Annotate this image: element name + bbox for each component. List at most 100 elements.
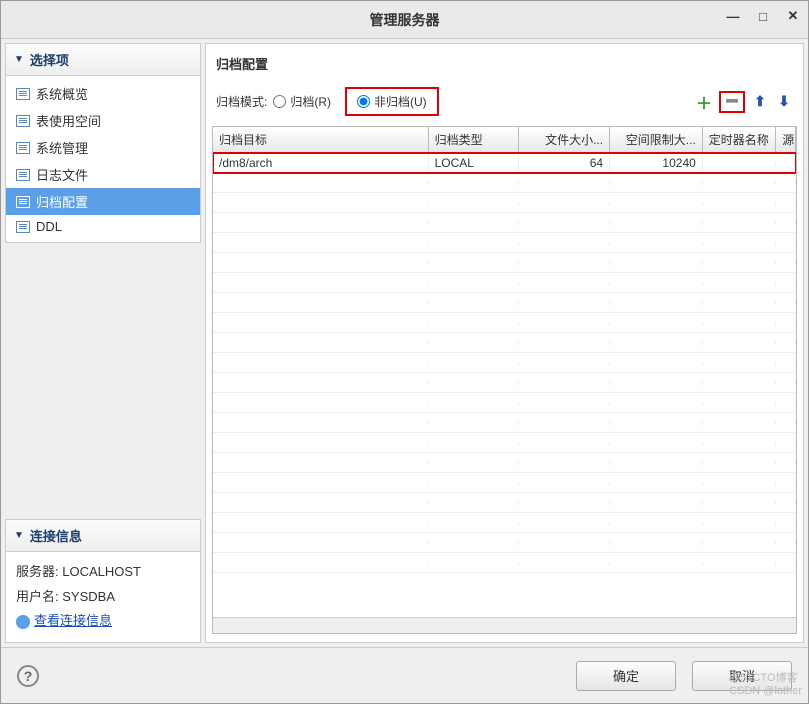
table-row[interactable] — [213, 233, 796, 253]
table-row[interactable] — [213, 193, 796, 213]
page-icon — [16, 142, 30, 154]
horizontal-scrollbar[interactable] — [213, 617, 796, 633]
user-row: 用户名: SYSDBA — [16, 585, 190, 610]
nav-list: 系统概览 表使用空间 系统管理 日志文件 归档配置 DDL — [6, 76, 200, 242]
move-up-button[interactable]: ⬆ — [751, 93, 769, 111]
page-icon — [16, 169, 30, 181]
table-row[interactable] — [213, 453, 796, 473]
cell-spacelimit: 10240 — [610, 154, 703, 172]
col-source[interactable]: 源 — [776, 127, 796, 152]
table-row[interactable] — [213, 513, 796, 533]
sidebar-item-overview[interactable]: 系统概览 — [6, 80, 200, 107]
table-row[interactable] — [213, 173, 796, 193]
connection-body: 服务器: LOCALHOST 用户名: SYSDBA 查看连接信息 — [6, 552, 200, 642]
table-row[interactable] — [213, 253, 796, 273]
cell-filesize: 64 — [519, 154, 610, 172]
table-row[interactable]: /dm8/arch LOCAL 64 10240 — [213, 153, 796, 173]
sidebar-item-system[interactable]: 系统管理 — [6, 134, 200, 161]
radio-nonarchive[interactable]: 非归档(U) — [345, 87, 439, 116]
table-row[interactable] — [213, 533, 796, 553]
cell-source — [776, 161, 796, 165]
ok-button[interactable]: 确定 — [576, 661, 676, 691]
radio-nonarchive-label: 非归档(U) — [374, 93, 427, 110]
connection-panel-title: 连接信息 — [30, 526, 82, 545]
table-body: /dm8/arch LOCAL 64 10240 — [213, 153, 796, 617]
table-row[interactable] — [213, 333, 796, 353]
table-row[interactable] — [213, 213, 796, 233]
table-toolbar: ＋ ━ ⬆ ⬇ — [695, 91, 793, 113]
ok-label: 确定 — [613, 666, 639, 685]
cell-target: /dm8/arch — [213, 154, 429, 172]
remove-row-highlight: ━ — [719, 91, 745, 113]
table-row[interactable] — [213, 313, 796, 333]
table-row[interactable] — [213, 553, 796, 573]
sidebar-item-tablespace[interactable]: 表使用空间 — [6, 107, 200, 134]
page-title: 归档配置 — [216, 54, 793, 73]
minimize-button[interactable]: — — [726, 9, 740, 23]
sidebar-item-label: 系统管理 — [36, 138, 88, 157]
footer-buttons: 确定 取消 — [576, 661, 792, 691]
table-row[interactable] — [213, 433, 796, 453]
table-row[interactable] — [213, 293, 796, 313]
sidebar-item-label: DDL — [36, 219, 62, 234]
radio-archive-input[interactable] — [273, 95, 286, 108]
titlebar: 管理服务器 — □ ✕ — [1, 1, 808, 39]
sidebar-item-logfiles[interactable]: 日志文件 — [6, 161, 200, 188]
select-panel: ▼ 选择项 系统概览 表使用空间 系统管理 日志文件 归档配置 DDL — [5, 43, 201, 243]
cancel-label: 取消 — [729, 666, 755, 685]
col-filesize[interactable]: 文件大小... — [519, 127, 610, 152]
table-row[interactable] — [213, 273, 796, 293]
table-row[interactable] — [213, 373, 796, 393]
radio-archive-label: 归档(R) — [290, 93, 331, 110]
sidebar-item-label: 表使用空间 — [36, 111, 101, 130]
connection-panel-header[interactable]: ▼ 连接信息 — [6, 520, 200, 552]
select-panel-title: 选择项 — [30, 50, 69, 69]
sidebar-item-label: 归档配置 — [36, 192, 88, 211]
user-value: SYSDBA — [62, 589, 115, 604]
add-row-button[interactable]: ＋ — [695, 93, 713, 111]
close-button[interactable]: ✕ — [786, 9, 800, 23]
col-timer[interactable]: 定时器名称 — [703, 127, 776, 152]
server-value: LOCALHOST — [62, 564, 141, 579]
radio-archive[interactable]: 归档(R) — [273, 93, 331, 110]
archive-table: 归档目标 归档类型 文件大小... 空间限制大... 定时器名称 源 /dm8/… — [212, 126, 797, 634]
body: ▼ 选择项 系统概览 表使用空间 系统管理 日志文件 归档配置 DDL ▼ 连接… — [1, 39, 808, 647]
magnifier-icon — [16, 615, 30, 629]
user-label: 用户名: — [16, 589, 59, 604]
table-row[interactable] — [213, 353, 796, 373]
page-icon — [16, 196, 30, 208]
server-label: 服务器: — [16, 564, 59, 579]
table-row[interactable] — [213, 473, 796, 493]
sidebar-item-ddl[interactable]: DDL — [6, 215, 200, 238]
table-row[interactable] — [213, 393, 796, 413]
move-down-button[interactable]: ⬇ — [775, 93, 793, 111]
select-panel-header[interactable]: ▼ 选择项 — [6, 44, 200, 76]
sidebar-item-label: 日志文件 — [36, 165, 88, 184]
table-header: 归档目标 归档类型 文件大小... 空间限制大... 定时器名称 源 — [213, 127, 796, 153]
radio-nonarchive-input[interactable] — [357, 95, 370, 108]
window-title: 管理服务器 — [370, 10, 440, 30]
sidebar-item-archive[interactable]: 归档配置 — [6, 188, 200, 215]
sidebar-item-label: 系统概览 — [36, 84, 88, 103]
server-row: 服务器: LOCALHOST — [16, 560, 190, 585]
view-connection-link[interactable]: 查看连接信息 — [16, 609, 190, 634]
remove-row-button[interactable]: ━ — [723, 93, 741, 111]
cancel-button[interactable]: 取消 — [692, 661, 792, 691]
archive-mode-radio-group: 归档(R) 非归档(U) — [273, 87, 438, 116]
col-type[interactable]: 归档类型 — [429, 127, 520, 152]
maximize-button[interactable]: □ — [756, 9, 770, 23]
view-connection-label: 查看连接信息 — [34, 609, 112, 634]
main-panel: 归档配置 归档模式: 归档(R) 非归档(U) ＋ ━ ⬆ ⬇ 归档目标 归档类… — [205, 43, 804, 643]
page-icon — [16, 115, 30, 127]
archive-mode-label: 归档模式: — [216, 93, 267, 110]
col-target[interactable]: 归档目标 — [213, 127, 429, 152]
chevron-down-icon: ▼ — [14, 530, 24, 541]
col-spacelimit[interactable]: 空间限制大... — [610, 127, 703, 152]
window-controls: — □ ✕ — [726, 9, 800, 23]
table-row[interactable] — [213, 493, 796, 513]
archive-mode-row: 归档模式: 归档(R) 非归档(U) ＋ ━ ⬆ ⬇ — [212, 85, 797, 126]
window: 管理服务器 — □ ✕ ▼ 选择项 系统概览 表使用空间 系统管理 日志文件 归… — [0, 0, 809, 704]
chevron-down-icon: ▼ — [14, 54, 24, 65]
help-button[interactable]: ? — [17, 665, 39, 687]
table-row[interactable] — [213, 413, 796, 433]
